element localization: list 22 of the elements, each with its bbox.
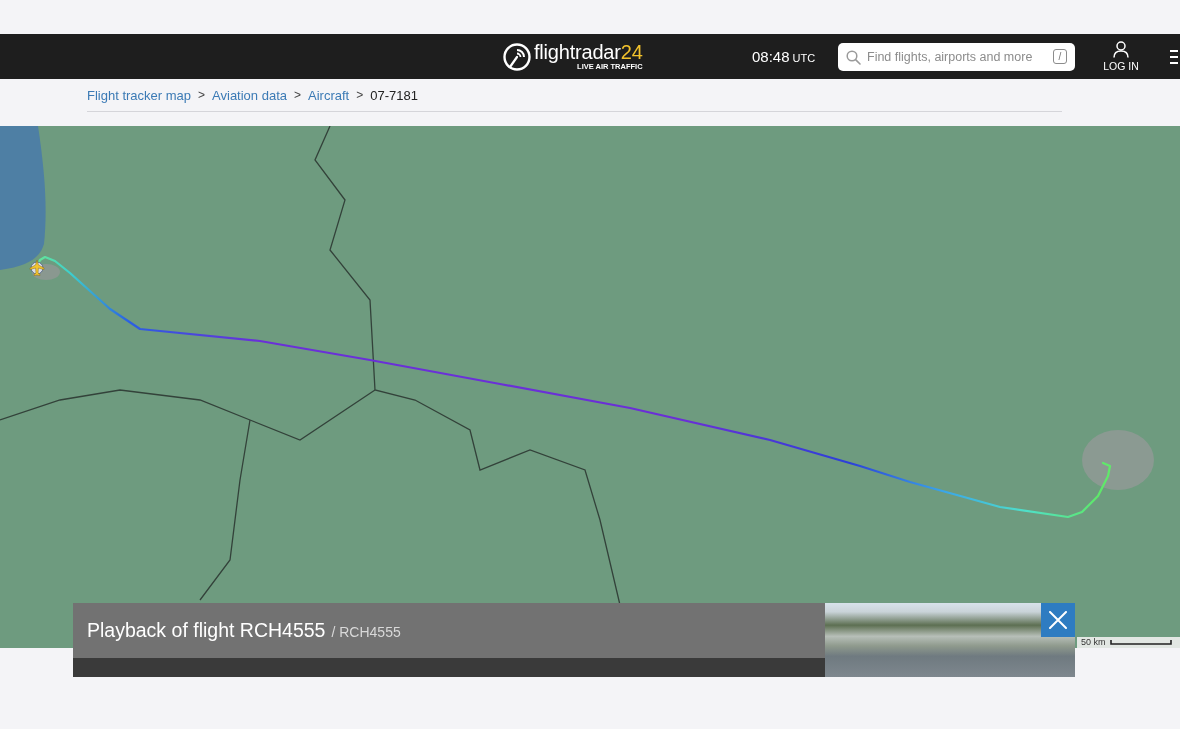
breadcrumb-link[interactable]: Flight tracker map bbox=[87, 87, 192, 103]
radar-logo-icon[interactable] bbox=[503, 42, 531, 71]
close-icon bbox=[1049, 611, 1067, 629]
breadcrumb-current-page: 07-7181 bbox=[370, 87, 418, 103]
user-icon bbox=[1113, 41, 1129, 58]
close-button[interactable] bbox=[1041, 603, 1075, 637]
scale-bar-icon bbox=[1109, 640, 1172, 645]
breadcrumb-link[interactable]: Aviation data bbox=[212, 87, 287, 103]
shortcut-key: / bbox=[1053, 48, 1067, 64]
airplane-icon[interactable] bbox=[29, 259, 45, 276]
city-area bbox=[1082, 430, 1154, 490]
utc-clock: 08:48 UTC bbox=[752, 48, 817, 65]
search-icon bbox=[846, 49, 861, 65]
breadcrumb-separator: > bbox=[198, 88, 206, 102]
scale-label: 50 km bbox=[1081, 638, 1106, 647]
breadcrumb-separator: > bbox=[294, 88, 301, 102]
menu-icon[interactable] bbox=[1170, 48, 1178, 65]
flight-title: Playback of flight RCH4555 bbox=[87, 619, 326, 642]
breadcrumb-separator: > bbox=[356, 88, 364, 102]
login-button[interactable]: LOG IN bbox=[1101, 41, 1141, 72]
callsign-text: / RCH4555 bbox=[331, 624, 401, 640]
breadcrumb-link[interactable]: Aircraft bbox=[308, 87, 350, 103]
